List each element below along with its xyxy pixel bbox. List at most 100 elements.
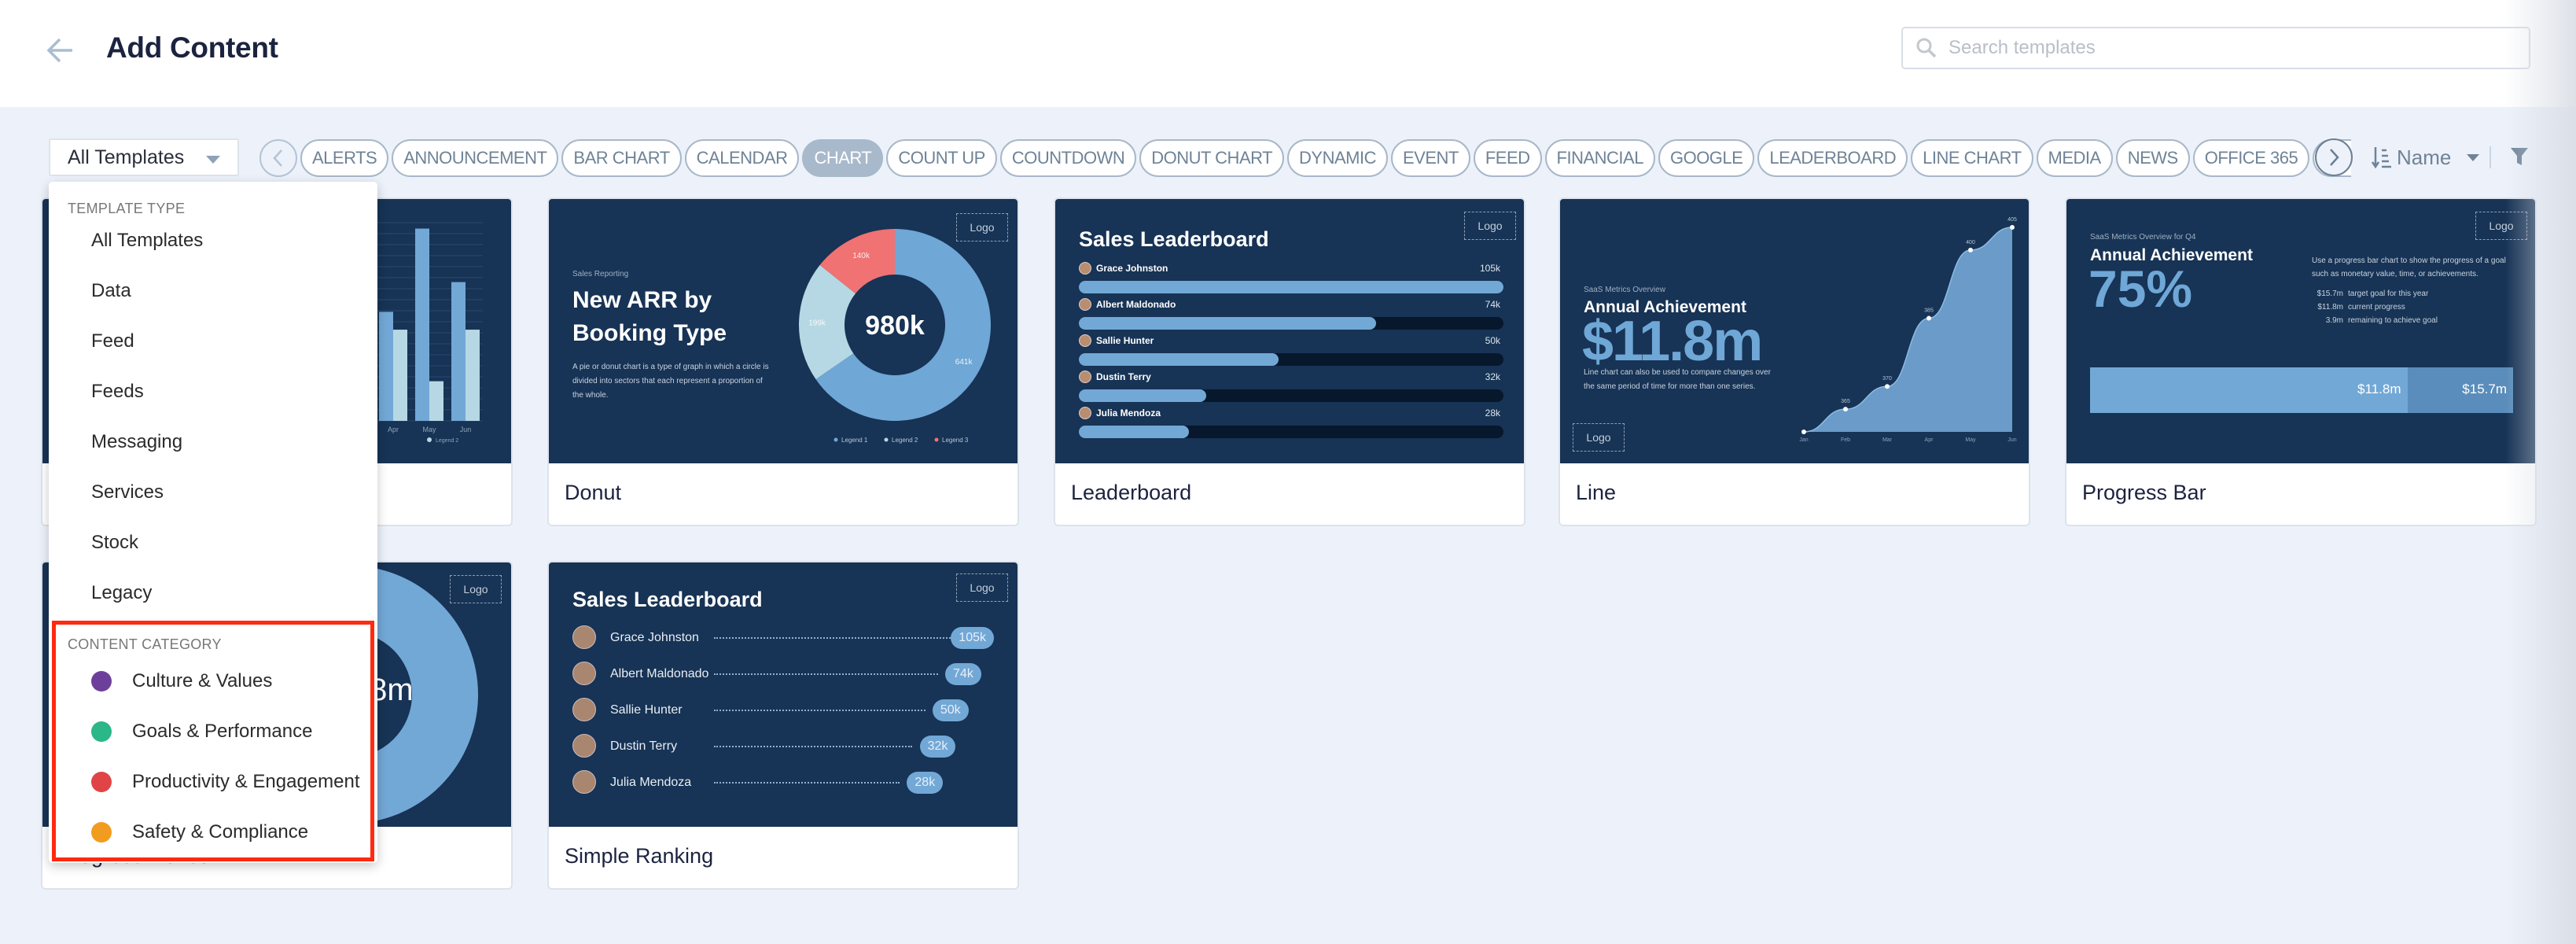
chevron-left-icon xyxy=(273,149,282,167)
line-point xyxy=(1843,407,1848,412)
template-type-select[interactable]: All Templates xyxy=(49,138,239,176)
x-tick-label: Feb xyxy=(1841,437,1850,443)
slice-label: 199k xyxy=(808,319,826,328)
tag-feed[interactable]: FEED xyxy=(1473,139,1542,177)
back-button[interactable] xyxy=(44,33,79,68)
card-thumbnail: SaaS Metrics Overview Annual Achievement… xyxy=(1560,199,2029,463)
value-pill: 32k xyxy=(919,736,956,758)
thumb-big-number: 75% xyxy=(2088,260,2193,318)
x-tick-label: May xyxy=(1965,437,1976,443)
x-tick-label: Jun xyxy=(2007,437,2016,443)
category-item-productivity-engagement[interactable]: Productivity & Engagement xyxy=(91,771,360,793)
card-thumbnail: Sales Reporting New ARR by Booking Type … xyxy=(549,199,1018,463)
filter-icon xyxy=(2511,148,2528,165)
card-thumbnail: Sales Leaderboard Logo Grace Johnston 105… xyxy=(549,562,1018,827)
stat-label: current progress xyxy=(2348,303,2405,312)
tag-countdown[interactable]: COUNTDOWN xyxy=(999,139,1137,177)
legend-dot xyxy=(427,437,432,442)
slice-label: 140k xyxy=(852,252,870,260)
category-item-goals-performance[interactable]: Goals & Performance xyxy=(91,721,312,743)
dropdown-item-messaging[interactable]: Messaging xyxy=(91,431,182,453)
sort-select[interactable]: Name xyxy=(2372,143,2480,171)
template-card-simple-ranking[interactable]: Sales Leaderboard Logo Grace Johnston 105… xyxy=(547,561,1019,890)
thumb-body: Use a progress bar chart to show the pro… xyxy=(2312,256,2506,278)
template-card-progress-bar[interactable]: SaaS Metrics Overview for Q4 Annual Achi… xyxy=(2065,197,2537,526)
category-item-safety-compliance[interactable]: Safety & Compliance xyxy=(91,821,308,843)
avatar xyxy=(572,662,596,685)
legend-label: Legend 2 xyxy=(892,437,918,444)
tag-announcement[interactable]: ANNOUNCEMENT xyxy=(392,139,559,177)
line-point xyxy=(1801,430,1806,434)
dropdown-item-feeds[interactable]: Feeds xyxy=(91,381,144,403)
avatar xyxy=(1079,407,1091,419)
tag-dynamic[interactable]: DYNAMIC xyxy=(1287,139,1388,177)
tags-prev-button[interactable] xyxy=(259,139,297,177)
tag-news[interactable]: NEWS xyxy=(2115,139,2190,177)
dotted-leader xyxy=(714,782,900,784)
bar-series1 xyxy=(379,312,393,421)
legend-dot xyxy=(934,437,939,442)
page-header: Add Content xyxy=(0,0,2576,107)
line-point xyxy=(1926,315,1931,321)
dropdown-item-feed[interactable]: Feed xyxy=(91,330,134,352)
dropdown-item-services[interactable]: Services xyxy=(91,481,164,503)
avatar xyxy=(572,698,596,721)
tag-media[interactable]: MEDIA xyxy=(2036,139,2113,177)
tag-google[interactable]: GOOGLE xyxy=(1658,139,1755,177)
dropdown-item-all-templates[interactable]: All Templates xyxy=(91,230,203,252)
caret-down-icon xyxy=(206,156,220,164)
tags-next-button[interactable] xyxy=(2315,138,2353,176)
person-name: Julia Mendoza xyxy=(1096,407,1161,419)
dropdown-item-stock[interactable]: Stock xyxy=(91,532,138,554)
dropdown-item-legacy[interactable]: Legacy xyxy=(91,582,152,604)
avatar xyxy=(1079,298,1091,311)
tag-calendar[interactable]: CALENDAR xyxy=(684,139,800,177)
thumb-title: Sales Leaderboard xyxy=(572,588,763,611)
logo-placeholder: Logo xyxy=(1573,423,1625,452)
bar-fill xyxy=(1079,389,1206,402)
dropdown-item-data[interactable]: Data xyxy=(91,280,131,302)
bar-track xyxy=(1079,426,1503,438)
search-box[interactable] xyxy=(1901,27,2530,69)
template-card-donut[interactable]: Sales Reporting New ARR by Booking Type … xyxy=(547,197,1019,526)
bar-series2 xyxy=(393,330,407,421)
tag-event[interactable]: EVENT xyxy=(1391,139,1470,177)
x-tick-label: Apr xyxy=(1925,437,1934,443)
donut-center-value: 980k xyxy=(865,311,925,341)
template-card-line[interactable]: SaaS Metrics Overview Annual Achievement… xyxy=(1558,197,2030,526)
stat-value: 3.9m xyxy=(2325,316,2343,325)
category-color-dot-icon xyxy=(91,721,112,742)
tag-bar-chart[interactable]: BAR CHART xyxy=(561,139,682,177)
search-input[interactable] xyxy=(1949,37,2499,59)
template-card-leaderboard[interactable]: Sales Leaderboard Logo Grace Johnston 105… xyxy=(1054,197,1525,526)
category-color-dot-icon xyxy=(91,772,112,792)
tag-leaderboard[interactable]: LEADERBOARD xyxy=(1757,139,1908,177)
x-tick-label: May xyxy=(422,426,436,433)
bar-track xyxy=(1079,317,1503,330)
tag-office-365[interactable]: OFFICE 365 xyxy=(2192,139,2310,177)
caret-down-icon xyxy=(2467,153,2480,161)
thumb-title: Sales Leaderboard xyxy=(1079,227,1269,251)
page-title: Add Content xyxy=(106,31,278,64)
tag-line-chart[interactable]: LINE CHART xyxy=(1911,139,2033,177)
arrow-left-icon xyxy=(46,38,72,63)
category-label: Culture & Values xyxy=(132,670,273,691)
category-item-culture-values[interactable]: Culture & Values xyxy=(91,670,272,692)
line-point xyxy=(1885,384,1890,389)
person-value: 50k xyxy=(1485,335,1500,346)
stat-label: remaining to achieve goal xyxy=(2348,316,2438,325)
stat-value: $11.8m xyxy=(2317,303,2343,312)
tag-financial[interactable]: FINANCIAL xyxy=(1544,139,1655,177)
stat-row: $11.8m current progress xyxy=(2312,301,2438,314)
person-name: Sallie Hunter xyxy=(1096,335,1154,346)
legend-label: Legend 3 xyxy=(942,437,969,444)
tag-chart[interactable]: CHART xyxy=(802,139,884,177)
tag-alerts[interactable]: ALERTS xyxy=(300,139,389,177)
card-title: Donut xyxy=(565,481,622,504)
logo-placeholder: Logo xyxy=(956,573,1008,602)
filter-button[interactable] xyxy=(2510,146,2529,171)
tag-count-up[interactable]: COUNT UP xyxy=(886,139,997,177)
bar-fill xyxy=(1079,353,1279,366)
tag-donut-chart[interactable]: DONUT CHART xyxy=(1139,139,1285,177)
logo-placeholder: Logo xyxy=(2475,212,2527,240)
